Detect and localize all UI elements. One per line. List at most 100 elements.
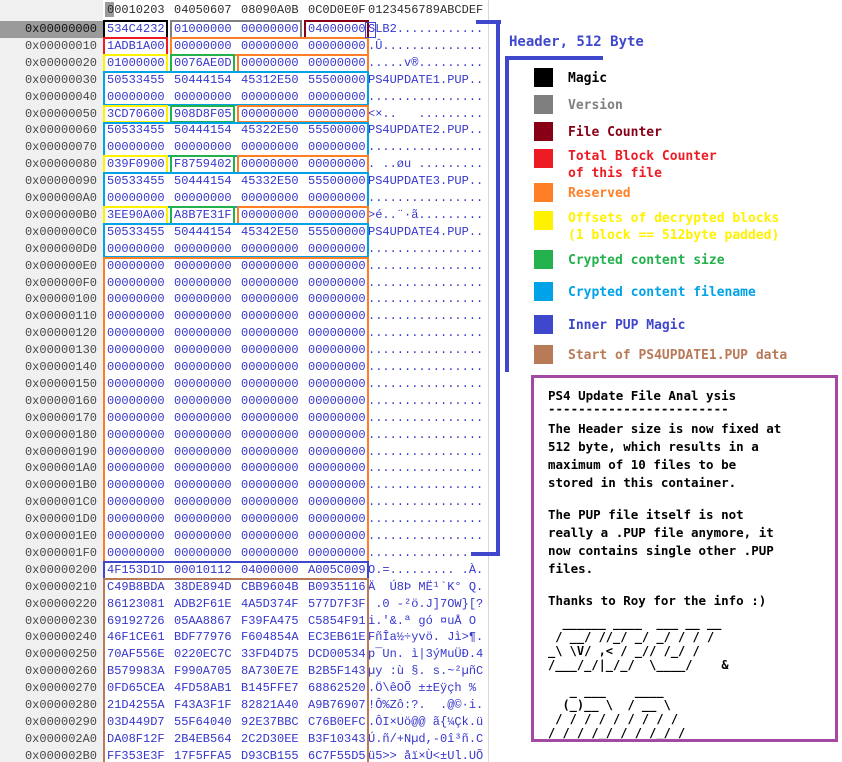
hex-byte-group[interactable]: 2B4EB564 xyxy=(174,731,232,748)
hex-byte-group[interactable]: 00000000 xyxy=(174,545,232,562)
hex-byte-group[interactable]: 4A5D374F xyxy=(241,596,299,613)
hex-byte-group[interactable]: 50533455 xyxy=(107,173,165,190)
hex-byte-group[interactable]: 00000000 xyxy=(308,376,366,393)
hex-byte-group[interactable]: 00000000 xyxy=(107,545,165,562)
hex-byte-group[interactable]: 04000000 xyxy=(308,21,366,38)
hex-byte-group[interactable]: 00000000 xyxy=(241,106,299,123)
hex-byte-group[interactable]: 70AF556E xyxy=(107,646,165,663)
hex-byte-group[interactable]: 82821A40 xyxy=(241,697,299,714)
hex-byte-group[interactable]: 00000000 xyxy=(174,477,232,494)
hex-byte-group[interactable]: 0FD65CEA xyxy=(107,680,165,697)
hex-byte-group[interactable]: 00000000 xyxy=(241,393,299,410)
ascii-cell[interactable]: PS4UPDATE1.PUP.. xyxy=(368,72,483,89)
hex-byte-group[interactable]: 00000000 xyxy=(241,38,299,55)
hex-byte-group[interactable]: 00000000 xyxy=(174,190,232,207)
hex-byte-group[interactable]: 00000000 xyxy=(107,241,165,258)
hex-byte-group[interactable]: 4FD58AB1 xyxy=(174,680,232,697)
hex-byte-group[interactable]: F8759402 xyxy=(174,156,232,173)
ascii-cell[interactable]: i.'&.ª gó ¤uÅ O xyxy=(368,613,483,630)
hex-byte-group[interactable]: 6C7F55D5 xyxy=(308,748,366,762)
hex-byte-group[interactable]: 00000000 xyxy=(308,393,366,410)
hex-byte-group[interactable]: 00000000 xyxy=(241,444,299,461)
hex-byte-group[interactable]: 00000000 xyxy=(107,410,165,427)
hex-byte-group[interactable]: 00000000 xyxy=(308,359,366,376)
hex-byte-group[interactable]: 00000000 xyxy=(174,342,232,359)
hex-byte-group[interactable]: 33FD4D75 xyxy=(241,646,299,663)
ascii-cell[interactable]: p¯Un. ì|3ýMuÜÐ.4 xyxy=(368,646,483,663)
ascii-cell[interactable]: Ú.ñ/+Nµd,-0î³ñ.C xyxy=(368,731,483,748)
hex-byte-group[interactable]: 00000000 xyxy=(308,460,366,477)
hex-byte-group[interactable]: 00000000 xyxy=(241,241,299,258)
ascii-cell[interactable]: ................ xyxy=(368,342,483,359)
hex-byte-group[interactable]: A8B7E31F xyxy=(174,207,232,224)
hex-byte-group[interactable]: 00000000 xyxy=(107,308,165,325)
hex-byte-group[interactable]: 01000000 xyxy=(174,21,232,38)
hex-byte-group[interactable]: 00000000 xyxy=(107,139,165,156)
hex-byte-group[interactable]: 534C4232 xyxy=(107,21,165,38)
ascii-cell[interactable]: ................ xyxy=(368,258,483,275)
hex-byte-group[interactable]: 00000000 xyxy=(174,410,232,427)
ascii-cell[interactable]: ................ xyxy=(368,427,483,444)
hex-byte-group[interactable]: 00000000 xyxy=(107,325,165,342)
hex-byte-group[interactable]: 00000000 xyxy=(241,190,299,207)
hex-byte-group[interactable]: 00000000 xyxy=(107,258,165,275)
hex-byte-group[interactable]: 01000000 xyxy=(107,55,165,72)
hex-byte-group[interactable]: 00000000 xyxy=(241,258,299,275)
hex-byte-group[interactable]: 00000000 xyxy=(241,89,299,106)
hex-byte-group[interactable]: 03D449D7 xyxy=(107,714,165,731)
hex-byte-group[interactable]: C76B0EFC xyxy=(308,714,366,731)
hex-byte-group[interactable]: C5854F91 xyxy=(308,613,366,630)
hex-byte-group[interactable]: 00000000 xyxy=(241,156,299,173)
hex-byte-group[interactable]: 00000000 xyxy=(241,376,299,393)
ascii-cell[interactable]: ................ xyxy=(368,444,483,461)
ascii-cell[interactable]: FñÎa½÷yvö. Jì>¶. xyxy=(368,629,483,646)
hex-byte-group[interactable]: 00000000 xyxy=(241,511,299,528)
hex-byte-group[interactable]: 00000000 xyxy=(107,89,165,106)
hex-byte-group[interactable]: 00000000 xyxy=(107,511,165,528)
hex-byte-group[interactable]: EC3EB61E xyxy=(308,629,366,646)
hex-byte-group[interactable]: 00000000 xyxy=(241,308,299,325)
ascii-cell[interactable]: ................ xyxy=(368,241,483,258)
hex-byte-group[interactable]: 039F0900 xyxy=(107,156,165,173)
hex-byte-group[interactable]: 00000000 xyxy=(241,427,299,444)
ascii-cell[interactable]: . ..øu ......... xyxy=(368,156,483,173)
hex-byte-group[interactable]: 0076AE0D xyxy=(174,55,232,72)
hex-byte-group[interactable]: DCD00534 xyxy=(308,646,366,663)
hex-byte-group[interactable]: 00000000 xyxy=(308,325,366,342)
ascii-cell[interactable]: ................ xyxy=(368,359,483,376)
hex-byte-group[interactable]: 908D8F05 xyxy=(174,106,232,123)
hex-byte-group[interactable]: 00000000 xyxy=(308,38,366,55)
hex-byte-group[interactable]: DA08F12F xyxy=(107,731,165,748)
ascii-cell[interactable]: ................ xyxy=(368,376,483,393)
hex-byte-group[interactable]: 00000000 xyxy=(241,528,299,545)
hex-byte-group[interactable]: BDF77976 xyxy=(174,629,232,646)
hex-byte-group[interactable]: 00000000 xyxy=(174,427,232,444)
hex-byte-group[interactable]: D93CB155 xyxy=(241,748,299,762)
hex-byte-group[interactable]: 00000000 xyxy=(107,291,165,308)
hex-byte-group[interactable]: 00000000 xyxy=(308,241,366,258)
ascii-cell[interactable]: ................ xyxy=(368,511,483,528)
hex-byte-group[interactable]: 00000000 xyxy=(308,106,366,123)
hex-byte-group[interactable]: 2C2D30EE xyxy=(241,731,299,748)
hex-byte-group[interactable]: 00000000 xyxy=(174,241,232,258)
hex-byte-group[interactable]: 00000000 xyxy=(241,275,299,292)
hex-byte-group[interactable]: 00000000 xyxy=(174,275,232,292)
hex-byte-group[interactable]: 00000000 xyxy=(174,376,232,393)
hex-byte-group[interactable]: 00000000 xyxy=(174,139,232,156)
hex-byte-group[interactable]: 00000000 xyxy=(308,207,366,224)
hex-byte-group[interactable]: 00000000 xyxy=(241,325,299,342)
hex-byte-group[interactable]: FF353E3F xyxy=(107,748,165,762)
hex-byte-group[interactable]: 00000000 xyxy=(174,393,232,410)
hex-byte-group[interactable]: 45312E50 xyxy=(241,72,299,89)
ascii-cell[interactable]: !Ô%Zô:?. .@©·i. xyxy=(368,697,483,714)
hex-byte-group[interactable]: 00010112 xyxy=(174,562,232,579)
hex-byte-group[interactable]: 00000000 xyxy=(241,55,299,72)
hex-byte-group[interactable]: 55500000 xyxy=(308,122,366,139)
ascii-cell[interactable]: PS4UPDATE3.PUP.. xyxy=(368,173,483,190)
ascii-cell[interactable]: µy :ù §. s.~²µñC xyxy=(368,663,483,680)
hex-byte-group[interactable]: A9B76907 xyxy=(308,697,366,714)
hex-byte-group[interactable]: 00000000 xyxy=(308,89,366,106)
hex-byte-group[interactable]: 86123081 xyxy=(107,596,165,613)
hex-byte-group[interactable]: 00000000 xyxy=(308,275,366,292)
hex-byte-group[interactable]: 1ADB1A00 xyxy=(107,38,165,55)
